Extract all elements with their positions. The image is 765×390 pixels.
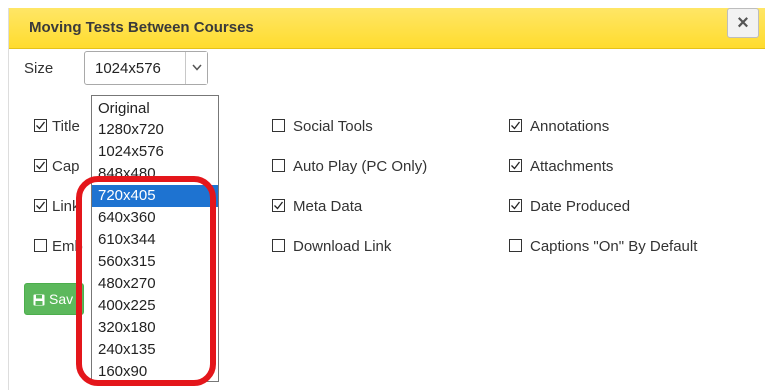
dropdown-option[interactable]: 240x135 <box>92 339 218 361</box>
meta-data-checkbox[interactable] <box>272 199 285 212</box>
option-attachments[interactable]: Attachments <box>509 158 613 178</box>
option-embed[interactable]: Emb <box>34 238 83 258</box>
dropdown-option[interactable]: 1024x576 <box>92 141 218 163</box>
dropdown-option[interactable]: 610x344 <box>92 229 218 251</box>
size-select[interactable]: 1024x576 <box>84 51 208 85</box>
option-label: Emb <box>52 238 83 255</box>
option-link[interactable]: Link <box>34 198 80 218</box>
captions-checkbox[interactable] <box>34 159 47 172</box>
option-title[interactable]: Title <box>34 118 80 138</box>
option-label: Captions "On" By Default <box>530 238 698 255</box>
auto-play-checkbox[interactable] <box>272 159 285 172</box>
option-label: Date Produced <box>530 198 631 215</box>
option-captions[interactable]: Cap <box>34 158 80 178</box>
dropdown-option[interactable]: 848x480 <box>92 163 218 179</box>
social-tools-checkbox[interactable] <box>272 119 285 132</box>
title-checkbox[interactable] <box>34 119 47 132</box>
option-meta-data[interactable]: Meta Data <box>272 198 362 218</box>
option-date-produced[interactable]: Date Produced <box>509 198 630 218</box>
floppy-disk-icon <box>33 293 45 309</box>
option-label: Title <box>52 118 80 135</box>
chevron-down-icon[interactable] <box>185 52 207 84</box>
save-button-label: Sav <box>49 291 74 307</box>
option-social-tools[interactable]: Social Tools <box>272 118 373 138</box>
option-label: Cap <box>52 158 80 175</box>
dropdown-option[interactable]: 1280x720 <box>92 119 218 141</box>
embed-checkbox[interactable] <box>34 239 47 252</box>
captions-default-checkbox[interactable] <box>509 239 522 252</box>
dropdown-option[interactable]: 400x225 <box>92 295 218 317</box>
size-select-value: 1024x576 <box>95 60 161 77</box>
dropdown-option[interactable]: 160x90 <box>92 361 218 383</box>
option-label: Social Tools <box>293 118 373 135</box>
size-label: Size <box>24 60 54 77</box>
option-download-link[interactable]: Download Link <box>272 238 391 258</box>
dropdown-option[interactable]: 320x180 <box>92 317 218 339</box>
dropdown-option[interactable]: 560x315 <box>92 251 218 273</box>
dialog-title: Moving Tests Between Courses <box>29 19 254 36</box>
dropdown-option[interactable]: 480x270 <box>92 273 218 295</box>
attachments-checkbox[interactable] <box>509 159 522 172</box>
option-label: Download Link <box>293 238 392 255</box>
dropdown-option[interactable]: Original <box>92 98 218 120</box>
save-button[interactable]: Sav <box>24 283 84 315</box>
option-auto-play[interactable]: Auto Play (PC Only) <box>272 158 427 178</box>
dropdown-option-selected[interactable]: 720x405 <box>92 185 218 207</box>
option-annotations[interactable]: Annotations <box>509 118 609 138</box>
option-label: Link <box>52 198 80 215</box>
dropdown-option[interactable]: 640x360 <box>92 207 218 229</box>
download-link-checkbox[interactable] <box>272 239 285 252</box>
option-label: Annotations <box>530 118 610 135</box>
annotations-checkbox[interactable] <box>509 119 522 132</box>
link-checkbox[interactable] <box>34 199 47 212</box>
option-captions-on-by-default[interactable]: Captions "On" By Default <box>509 238 697 258</box>
date-produced-checkbox[interactable] <box>509 199 522 212</box>
option-label: Attachments <box>530 158 614 175</box>
size-dropdown-list[interactable]: Original 1280x720 1024x576 848x480 720x4… <box>91 95 219 382</box>
option-label: Auto Play (PC Only) <box>293 158 428 175</box>
dialog-titlebar: Moving Tests Between Courses <box>9 8 765 49</box>
option-label: Meta Data <box>293 198 363 215</box>
close-button[interactable]: × <box>727 8 759 38</box>
